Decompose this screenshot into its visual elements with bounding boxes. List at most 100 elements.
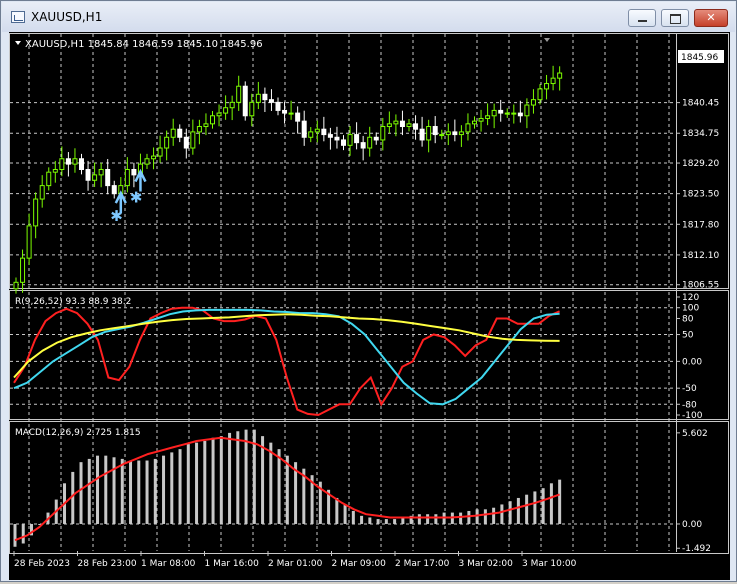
chart-window-icon <box>11 11 25 23</box>
candle <box>151 155 157 160</box>
candle <box>203 123 209 128</box>
macd-bar <box>145 460 149 524</box>
macd-bar <box>558 479 562 524</box>
chart-area[interactable]: ✱ ✱ 1840.45 1834.75 1829.20 1823.50 1817.80 18… <box>9 32 730 580</box>
macd-bar <box>170 452 174 524</box>
r-tick-label: 50 <box>682 331 694 341</box>
time-tick-label: 2 Mar 17:00 <box>395 559 450 569</box>
macd-bar <box>87 458 91 524</box>
candle <box>85 169 91 181</box>
r-tick-label: 0.00 <box>682 357 702 367</box>
candle <box>432 126 438 136</box>
current-price-value: 1845.96 <box>681 53 718 63</box>
time-tick-label: 28 Feb 2023 <box>14 559 70 569</box>
macd-bar <box>21 523 25 544</box>
close-button[interactable] <box>694 9 728 27</box>
r-tick-label: 80 <box>682 314 694 324</box>
candle <box>517 112 523 117</box>
macd-bar <box>508 501 512 524</box>
macd-bar <box>162 455 166 524</box>
macd-bar <box>516 497 520 524</box>
candle <box>242 85 248 117</box>
macd-bar <box>195 442 199 524</box>
price-tick-label: 1834.75 <box>682 129 719 139</box>
candle <box>426 126 432 141</box>
title-bar[interactable]: XAUUSD,H1 <box>2 2 735 32</box>
chart-canvas[interactable]: ✱✱ 1840.451834.751829.201823.501817.8018… <box>9 32 730 580</box>
candle <box>295 112 301 122</box>
macd-bar <box>434 514 438 524</box>
window-title: XAUUSD,H1 <box>31 10 103 24</box>
candle <box>485 115 491 119</box>
candle <box>144 158 150 165</box>
macd-bar <box>533 491 537 524</box>
macd-bar <box>129 460 133 524</box>
candle <box>314 128 320 133</box>
candle <box>52 169 58 173</box>
candle <box>20 257 26 283</box>
macd-bar <box>137 460 141 524</box>
r-tick-label: -80 <box>682 400 697 410</box>
candle <box>72 158 78 165</box>
candle <box>341 139 346 146</box>
candle <box>282 109 288 114</box>
r-pane-label: R(9,26,52) 93.3 88.9 38.2 <box>15 297 131 307</box>
macd-bar <box>153 458 157 524</box>
candle <box>223 107 229 114</box>
candle <box>550 77 556 85</box>
candle <box>419 128 425 141</box>
macd-bar <box>500 504 504 524</box>
macd-bar <box>368 517 372 524</box>
candle <box>288 112 294 115</box>
candle <box>111 185 117 195</box>
candle <box>190 131 196 149</box>
candle <box>524 104 530 117</box>
price-tick-label: 1806.55 <box>682 281 719 291</box>
candle <box>380 126 386 141</box>
candle <box>334 136 340 141</box>
macd-bar <box>426 514 430 524</box>
terminal-window: XAUUSD,H1 ✱✱ 1840.451834.751829.201823.5… <box>0 0 737 582</box>
candle <box>321 128 327 136</box>
r-tick-label: -50 <box>682 384 697 394</box>
candle <box>472 120 477 125</box>
macd-bar <box>13 523 17 547</box>
candle <box>196 126 202 133</box>
candle <box>157 147 163 157</box>
macd-bar <box>459 512 463 524</box>
candle <box>26 225 32 259</box>
r-tick-label: -100 <box>682 411 703 421</box>
candle <box>177 128 183 138</box>
candle <box>458 131 464 136</box>
candle <box>498 109 504 114</box>
candle <box>229 101 235 109</box>
minimize-button[interactable] <box>628 9 656 27</box>
candle <box>393 120 399 125</box>
candle <box>544 83 550 90</box>
candle <box>537 88 543 101</box>
candle <box>33 198 39 227</box>
macd-bar <box>186 444 190 524</box>
macd-bar <box>96 455 100 524</box>
candle <box>255 93 261 103</box>
macd-bar <box>343 504 347 524</box>
candle <box>79 158 84 170</box>
macd-bar <box>79 462 83 524</box>
macd-tick-label: -1.492 <box>682 544 711 554</box>
candle <box>491 109 497 117</box>
macd-bar <box>261 436 265 524</box>
candle <box>452 131 458 136</box>
macd-bar <box>211 437 215 524</box>
macd-bar <box>236 431 240 524</box>
candle <box>183 136 189 149</box>
candle <box>216 112 222 117</box>
macd-bar <box>351 510 355 524</box>
maximize-button[interactable] <box>661 9 689 27</box>
macd-tick-label: 5.602 <box>682 429 708 439</box>
price-pane-label: XAUUSD,H1 1845.84 1846.59 1845.10 1845.9… <box>25 39 263 50</box>
time-tick-label: 1 Mar 16:00 <box>205 559 260 569</box>
candle <box>445 131 451 136</box>
candle <box>478 117 484 122</box>
time-tick-label: 3 Mar 02:00 <box>459 559 514 569</box>
price-tick-label: 1829.20 <box>682 159 719 169</box>
